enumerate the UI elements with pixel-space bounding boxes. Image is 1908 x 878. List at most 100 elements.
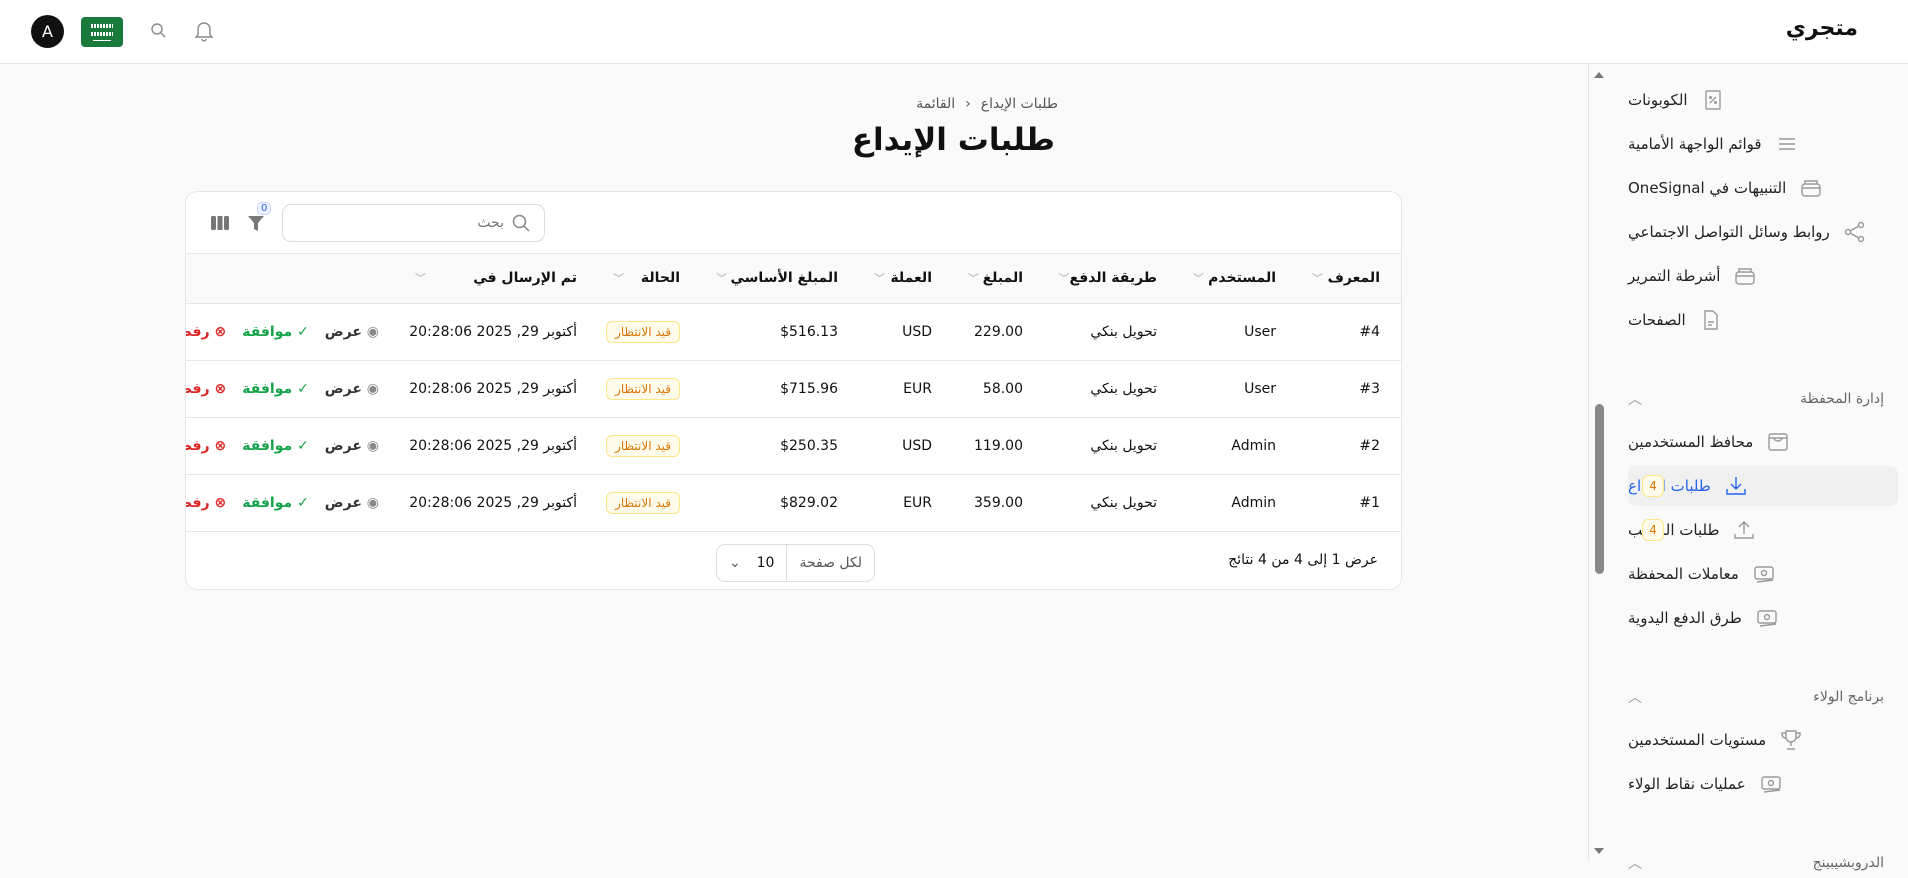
chevron-down-icon: ﹀ (1058, 272, 1070, 286)
column-label: تم الإرسال في (473, 270, 577, 287)
cell-user: User (1180, 360, 1299, 418)
table-row: #1 Admin تحويل بنكي 359.00 EUR $829.02 قيد الا… (186, 474, 1401, 532)
sidebar-scrollbar[interactable] (1595, 404, 1604, 574)
column-header[interactable]: تم الإرسال في ﹀ (402, 254, 600, 304)
status-badge: قيد الانتظار (606, 377, 680, 400)
reject-button[interactable]: ⊗ رفض (186, 495, 226, 511)
status-badge: قيد الانتظار (606, 491, 680, 514)
share-icon (1844, 221, 1866, 243)
check-circle-icon: ✓ (297, 437, 309, 454)
cell-user: Admin (1180, 417, 1299, 475)
sidebar-item-label: الصفحات (1628, 311, 1686, 329)
scroll-up-arrow[interactable] (1594, 72, 1604, 78)
deposits-table-card: 0 المعرف﹀المستخدم﹀طريقة الدفع﹀المبلغ﹀الع… (185, 191, 1402, 590)
sidebar-item[interactable]: مستويات المستخدمين (1628, 720, 1898, 760)
view-button[interactable]: ◉ عرض (325, 438, 379, 454)
language-flag-button[interactable] (81, 17, 123, 47)
sidebar-group-header[interactable]: الدروبشيبينج ︿ (1628, 848, 1884, 878)
sidebar-item[interactable]: روابط وسائل التواصل الاجتماعي (1628, 212, 1898, 252)
approve-button[interactable]: ✓ موافقة (242, 324, 309, 340)
top-bar: متجري A (0, 0, 1908, 64)
column-header[interactable]: العملة ﹀ (861, 254, 955, 304)
cell-id: #4 (1299, 303, 1401, 361)
sidebar-item[interactable]: أشرطة التمرير (1628, 256, 1898, 296)
group-label: برنامج الولاء (1813, 689, 1884, 705)
reject-button[interactable]: ⊗ رفض (186, 438, 226, 454)
sidebar-group-header[interactable]: برنامج الولاء ︿ (1628, 682, 1884, 712)
sidebar-item[interactable]: الصفحات (1628, 300, 1898, 340)
reject-button[interactable]: ⊗ رفض (186, 381, 226, 397)
table-toolbar: 0 (186, 192, 1401, 254)
sidebar-item-label: محافظ المستخدمين (1628, 433, 1754, 451)
filter-button[interactable]: 0 (247, 202, 272, 236)
sidebar-item[interactable]: عمليات نقاط الولاء (1628, 764, 1898, 804)
approve-button[interactable]: ✓ موافقة (242, 495, 309, 511)
count-badge: 4 (1642, 519, 1664, 541)
sidebar-item[interactable]: محافظ المستخدمين (1628, 422, 1898, 462)
breadcrumb-link[interactable]: طلبات الإيداع (981, 96, 1058, 112)
sidebar-item-label: التنبيهات في OneSignal (1628, 179, 1787, 197)
search-field[interactable] (282, 204, 545, 242)
column-label: المستخدم (1208, 270, 1276, 287)
view-button[interactable]: ◉ عرض (325, 324, 379, 340)
column-header[interactable]: طريقة الدفع ﹀ (1046, 254, 1180, 304)
approve-button[interactable]: ✓ موافقة (242, 438, 309, 454)
view-button[interactable]: ◉ عرض (325, 495, 379, 511)
cell-status: قيد الانتظار (600, 360, 703, 418)
cell-amount: 359.00 (955, 474, 1046, 532)
logo[interactable]: متجري (1786, 16, 1858, 41)
avatar[interactable]: A (31, 15, 64, 48)
column-label: طريقة الدفع (1069, 270, 1157, 287)
cell-actions: ◉ عرض ✓ موافقة ⊗ رفض (186, 474, 402, 532)
search-icon (512, 214, 530, 232)
reject-button[interactable]: ⊗ رفض (186, 323, 227, 340)
x-circle-icon: ⊗ (214, 323, 227, 340)
sidebar-item[interactable]: الكوبونات (1628, 80, 1898, 120)
column-header[interactable]: الحالة ﹀ (600, 254, 703, 304)
check-circle-icon: ✓ (297, 494, 309, 511)
sidebar-item[interactable]: التنبيهات في OneSignal (1628, 168, 1898, 208)
status-badge: قيد الانتظار (606, 320, 680, 343)
table-row: #4 User تحويل بنكي 229.00 USD $516.13 قيد الان… (186, 303, 1401, 361)
search-icon[interactable] (150, 22, 166, 42)
sidebar-item[interactable]: طرق الدفع اليدوية (1628, 598, 1898, 638)
search-input[interactable] (304, 215, 504, 231)
column-header[interactable]: المبلغ الأساسي ﹀ (703, 254, 861, 304)
cell-actions: ◉ عرض ✓ موافقة ⊗ رفض (186, 303, 402, 361)
eye-icon: ◉ (366, 323, 379, 340)
filter-icon (248, 216, 264, 231)
bell-icon[interactable] (194, 20, 214, 46)
cell-method: تحويل بنكي (1046, 303, 1180, 361)
sidebar-item[interactable]: طلبات الإيداع 4 (1628, 466, 1898, 506)
filter-count-badge: 0 (257, 202, 272, 215)
cell-amount: 119.00 (955, 417, 1046, 475)
sidebar-item-label: مستويات المستخدمين (1628, 731, 1767, 749)
chevron-up-icon: ︿ (1628, 856, 1642, 872)
group-label: إدارة المحفظة (1800, 391, 1884, 407)
approve-button[interactable]: ✓ موافقة (242, 381, 309, 397)
column-header[interactable]: المبلغ ﹀ (955, 254, 1046, 304)
scroll-down-arrow[interactable] (1594, 848, 1604, 854)
chevron-down-icon: ﹀ (1312, 272, 1323, 286)
chevron-down-icon: ⌄ (729, 554, 741, 571)
view-button[interactable]: ◉ عرض (325, 381, 379, 397)
document-icon (1700, 309, 1722, 331)
sidebar-item[interactable]: قوائم الواجهة الأمامية (1628, 124, 1898, 164)
sidebar-group-header[interactable]: إدارة المحفظة ︿ (1628, 384, 1884, 414)
column-header[interactable]: المستخدم ﹀ (1180, 254, 1299, 304)
sidebar-item[interactable]: طلبات السحب 4 (1628, 510, 1898, 550)
sidebar-item-label: أشرطة التمرير (1628, 267, 1721, 285)
page-title: طلبات الإيداع (851, 122, 1055, 158)
columns-toggle-button[interactable] (211, 216, 229, 234)
column-header[interactable]: المعرف ﹀ (1299, 254, 1401, 304)
sidebar-item[interactable]: معاملات المحفظة (1628, 554, 1898, 594)
cell-currency: USD (861, 417, 955, 475)
chevron-down-icon: ﹀ (874, 272, 885, 286)
sidebar-item-label: عمليات نقاط الولاء (1628, 775, 1746, 793)
deposits-table: المعرف ﹀ المستخدم ﹀ طريقة الدفع ﹀ المبلغ ﹀ العمل… (186, 254, 1401, 532)
per-page-select[interactable]: لكل صفحة 10 ⌄ (716, 543, 875, 582)
trophy-icon (1780, 729, 1802, 751)
main-content: طلبات الإيداع ‹ القائمة طلبات الإيداع 0 … (0, 64, 1588, 860)
cell-base: $829.02 (703, 474, 861, 532)
menu-icon (1776, 133, 1798, 155)
